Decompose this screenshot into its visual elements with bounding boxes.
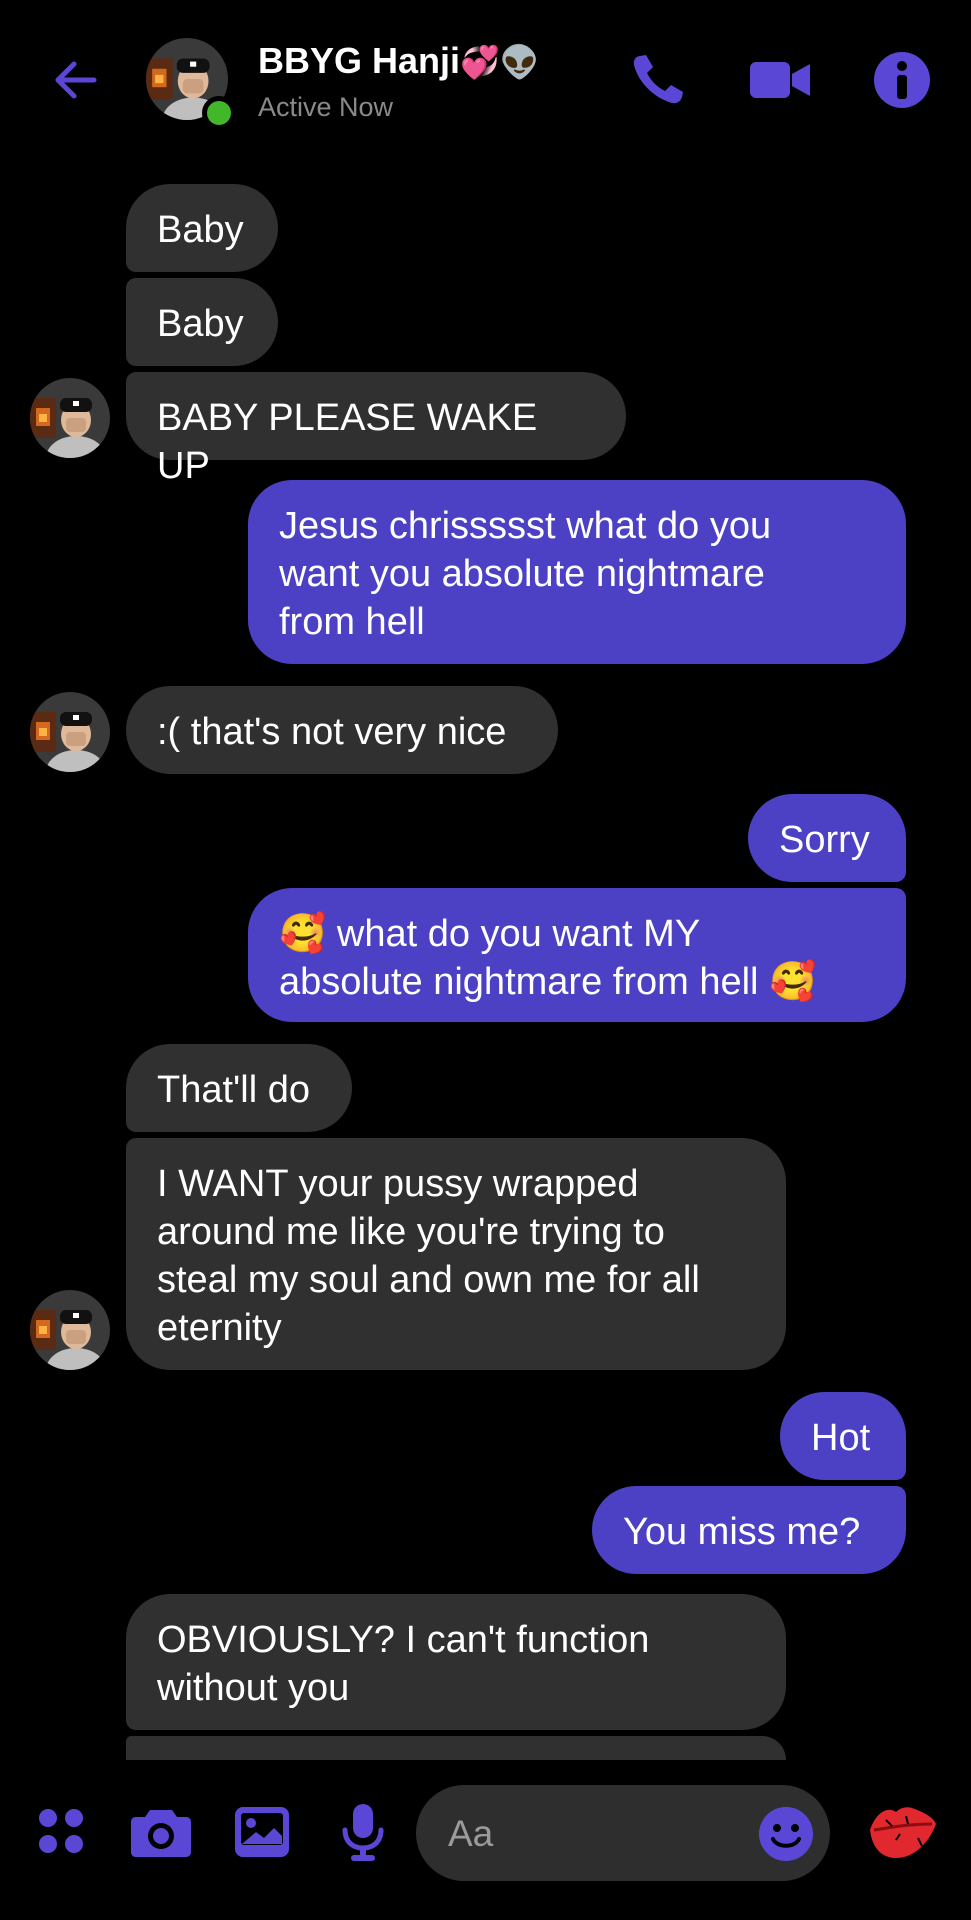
chat-header: BBYG Hanji💞👽 Active Now: [0, 0, 971, 160]
message-text: You miss me?: [623, 1511, 861, 1553]
sender-avatar[interactable]: [30, 1290, 110, 1370]
message-bubble-incoming[interactable]: OBVIOUSLY? I can't function without you: [126, 1594, 786, 1730]
phone-icon[interactable]: [626, 48, 690, 112]
contact-name-text: BBYG Hanji: [258, 40, 461, 81]
message-line: eternity: [157, 1307, 282, 1349]
message-line: steal my soul and own me for all: [157, 1259, 700, 1301]
sender-avatar[interactable]: [30, 378, 110, 458]
message-bubble-incoming[interactable]: That'll do: [126, 1044, 352, 1132]
message-bubble-incoming-partial[interactable]: [126, 1736, 786, 1760]
message-bubble-outgoing[interactable]: You miss me?: [592, 1486, 906, 1574]
microphone-icon[interactable]: [340, 1802, 386, 1862]
message-bubble-incoming[interactable]: Baby: [126, 278, 278, 366]
message-bubble-outgoing[interactable]: Sorry: [748, 794, 906, 882]
message-line: absolute nightmare from hell 🥰: [279, 961, 817, 1003]
contact-name[interactable]: BBYG Hanji💞👽: [258, 40, 540, 82]
message-line: 🥰 what do you want MY: [279, 913, 701, 955]
message-bubble-incoming[interactable]: BABY PLEASE WAKE UP: [126, 372, 626, 487]
message-bubble-incoming[interactable]: I WANT your pussy wrapped around me like…: [126, 1138, 786, 1370]
online-indicator: [202, 96, 236, 130]
message-text: Hot: [811, 1417, 871, 1459]
four-dots-icon[interactable]: [36, 1806, 86, 1856]
smiley-icon[interactable]: [758, 1806, 814, 1862]
message-text: BABY PLEASE WAKE UP: [157, 397, 538, 487]
message-text: Baby: [157, 303, 244, 345]
message-bubble-outgoing[interactable]: Jesus chrissssst what do you want you ab…: [248, 480, 906, 664]
message-text: Sorry: [779, 819, 870, 861]
sender-avatar[interactable]: [30, 692, 110, 772]
message-input[interactable]: [446, 1807, 750, 1861]
message-bubble-incoming[interactable]: :( that's not very nice: [126, 686, 558, 774]
message-text: That'll do: [157, 1069, 311, 1111]
video-camera-icon[interactable]: [748, 48, 812, 112]
message-line: from hell: [279, 601, 425, 643]
message-line: want you absolute nightmare: [279, 553, 765, 595]
lips-kiss-icon[interactable]: [866, 1800, 938, 1864]
message-line: OBVIOUSLY? I can't function: [157, 1619, 650, 1661]
contact-name-emojis: 💞👽: [460, 44, 540, 80]
active-status: Active Now: [258, 92, 394, 122]
message-line: without you: [157, 1667, 350, 1709]
message-bubble-outgoing[interactable]: Hot: [780, 1392, 906, 1480]
message-line: Jesus chrissssst what do you: [279, 505, 772, 547]
message-line: around me like you're trying to: [157, 1211, 665, 1253]
image-icon[interactable]: [234, 1806, 290, 1858]
message-text: Baby: [157, 209, 244, 251]
message-text: :( that's not very nice: [157, 711, 507, 753]
camera-icon[interactable]: [130, 1806, 192, 1858]
message-bubble-outgoing[interactable]: 🥰 what do you want MY absolute nightmare…: [248, 888, 906, 1022]
arrow-left-icon[interactable]: [48, 52, 104, 108]
info-icon[interactable]: [870, 48, 934, 112]
message-bubble-incoming[interactable]: Baby: [126, 184, 278, 272]
message-line: I WANT your pussy wrapped: [157, 1163, 639, 1205]
